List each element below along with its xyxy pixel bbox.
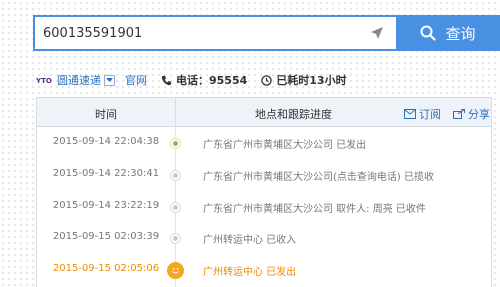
- timeline-dot: [171, 139, 180, 148]
- table-row: 2015-09-15 02:05:06 广州转运中心 已发出: [37, 254, 491, 286]
- carrier-logo: YTO: [36, 73, 54, 87]
- row-description: 广东省广州市黄埔区大沙公司 已发出: [203, 140, 367, 151]
- location-arrow-icon[interactable]: [370, 26, 384, 40]
- table-row: 2015-09-14 23:22:19 广东省广州市黄埔区大沙公司 取件人: 周…: [37, 191, 491, 223]
- row-time: 2015-09-14 23:22:19: [52, 199, 160, 211]
- clock-icon: [261, 74, 273, 86]
- search-bar: 查询: [33, 15, 500, 51]
- column-header-time: 时间: [95, 108, 117, 121]
- share-icon: [453, 109, 465, 119]
- column-header-place: 地点和跟踪进度: [255, 108, 332, 121]
- smile-icon: [167, 262, 184, 280]
- tracking-table: 时间 地点和跟踪进度 订阅 分享 2015-09-14 22:04:38 广东省…: [36, 97, 492, 287]
- timeline-dot: [171, 170, 180, 180]
- phone-icon: [161, 75, 172, 85]
- row-description: 广东省广州市黄埔区大沙公司 取件人: 周亮 已收件: [203, 203, 426, 215]
- timeline-dot: [171, 202, 180, 212]
- row-description: 广州转运中心 已发出: [203, 267, 297, 279]
- phone-number: 电话：95554: [176, 74, 248, 87]
- elapsed-time: 已耗时13小时: [276, 74, 347, 87]
- table-row: 2015-09-15 02:03:39 广州转运中心 已收入: [37, 222, 491, 254]
- search-icon: [420, 25, 437, 41]
- tracking-rows: 2015-09-14 22:04:38 广东省广州市黄埔区大沙公司 已发出 20…: [37, 127, 491, 286]
- envelope-icon: [404, 109, 416, 119]
- subscribe-button[interactable]: 订阅: [404, 106, 441, 122]
- carrier-info-row: YTO 圆通速递 官网 电话：95554 已耗时13小时: [36, 70, 500, 90]
- row-time: 2015-09-14 22:30:41: [52, 167, 160, 179]
- header-divider: [175, 98, 176, 127]
- table-header: 时间 地点和跟踪进度 订阅 分享: [37, 98, 491, 127]
- search-input[interactable]: [35, 17, 355, 49]
- tracking-number-field[interactable]: [33, 15, 396, 51]
- official-site-link[interactable]: 官网: [125, 72, 147, 88]
- carrier-name[interactable]: 圆通速递: [57, 72, 101, 88]
- svg-text:YTO: YTO: [36, 77, 52, 85]
- search-button[interactable]: 查询: [396, 15, 500, 51]
- table-row: 2015-09-14 22:30:41 广东省广州市黄埔区大沙公司(点击查询电话…: [37, 159, 491, 191]
- row-description: 广州转运中心 已收入: [203, 235, 297, 247]
- row-time: 2015-09-15 02:03:39: [52, 231, 160, 243]
- share-label: 分享: [468, 108, 490, 121]
- row-description: 广东省广州市黄埔区大沙公司(点击查询电话) 已揽收: [203, 171, 434, 183]
- table-row: 2015-09-14 22:04:38 广东省广州市黄埔区大沙公司 已发出: [37, 127, 491, 159]
- row-time: 2015-09-14 22:04:38: [52, 136, 160, 147]
- row-time: 2015-09-15 02:05:06: [52, 263, 160, 275]
- timeline-dot: [171, 234, 180, 244]
- share-button[interactable]: 分享: [453, 106, 490, 122]
- chevron-down-icon[interactable]: [104, 74, 115, 86]
- subscribe-label: 订阅: [419, 108, 441, 121]
- search-button-label: 查询: [445, 24, 476, 43]
